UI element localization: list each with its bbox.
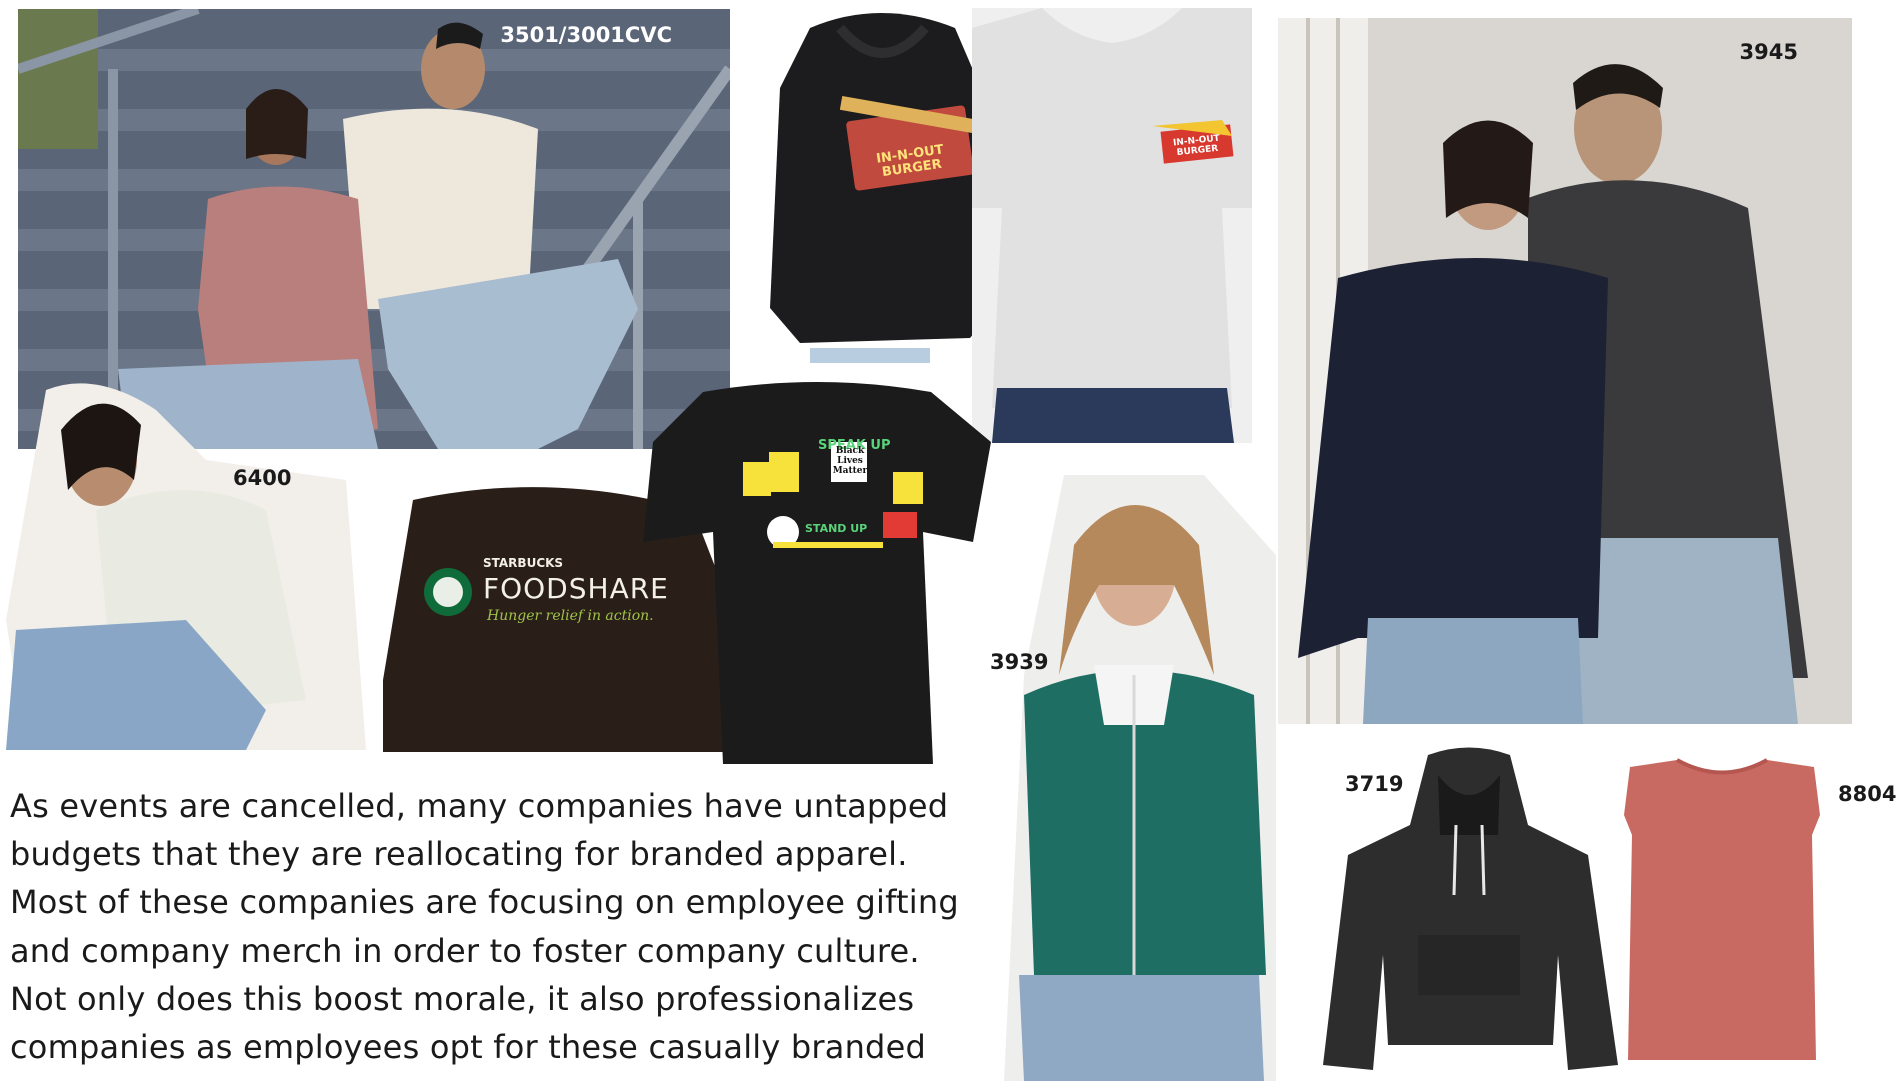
style-number-label: 6400 [233, 466, 292, 490]
couple-crew-photo: 3945 [1278, 18, 1852, 724]
style-number-label: 3939 [990, 650, 1049, 674]
seated-tee-photo [6, 370, 366, 750]
hunger-relief-tagline: Hunger relief in action. [487, 608, 654, 624]
protest-tee-photo: SPEAK UP Black Lives Matter STAND UP [643, 382, 991, 764]
foodshare-wordmark: FOODSHARE [483, 572, 669, 605]
paragraph-line: companies as employees opt for these cas… [10, 1028, 926, 1067]
starbucks-wordmark: STARBUCKS [483, 556, 564, 570]
style-number-label: 3719 [1345, 772, 1404, 796]
paragraph-line: As events are cancelled, many companies … [10, 787, 949, 825]
muscle-tank-photo [1622, 755, 1822, 1060]
paragraph-line: Most of these companies are focusing on … [10, 883, 959, 922]
zip-hoodie-photo [1004, 475, 1276, 1081]
black-jacket-photo: IN-N-OUT BURGER [770, 8, 995, 363]
style-number-label: 3945 [1739, 40, 1798, 64]
style-number-label: 8804 [1838, 782, 1897, 806]
stand-up-text: STAND UP [805, 522, 868, 535]
body-paragraph: As events are cancelled, many companies … [10, 782, 1000, 1071]
style-number-label: 3501/3001CVC [500, 23, 672, 47]
gray-tee-photo: IN-N-OUT BURGER [972, 8, 1252, 443]
paragraph-line: and company merch in order to foster com… [10, 931, 920, 970]
paragraph-line: Not only does this boost morale, it also… [10, 979, 915, 1018]
black-lives-matter-text: Black Lives Matter [832, 446, 868, 476]
paragraph-line: budgets that they are reallocating for b… [10, 835, 908, 874]
